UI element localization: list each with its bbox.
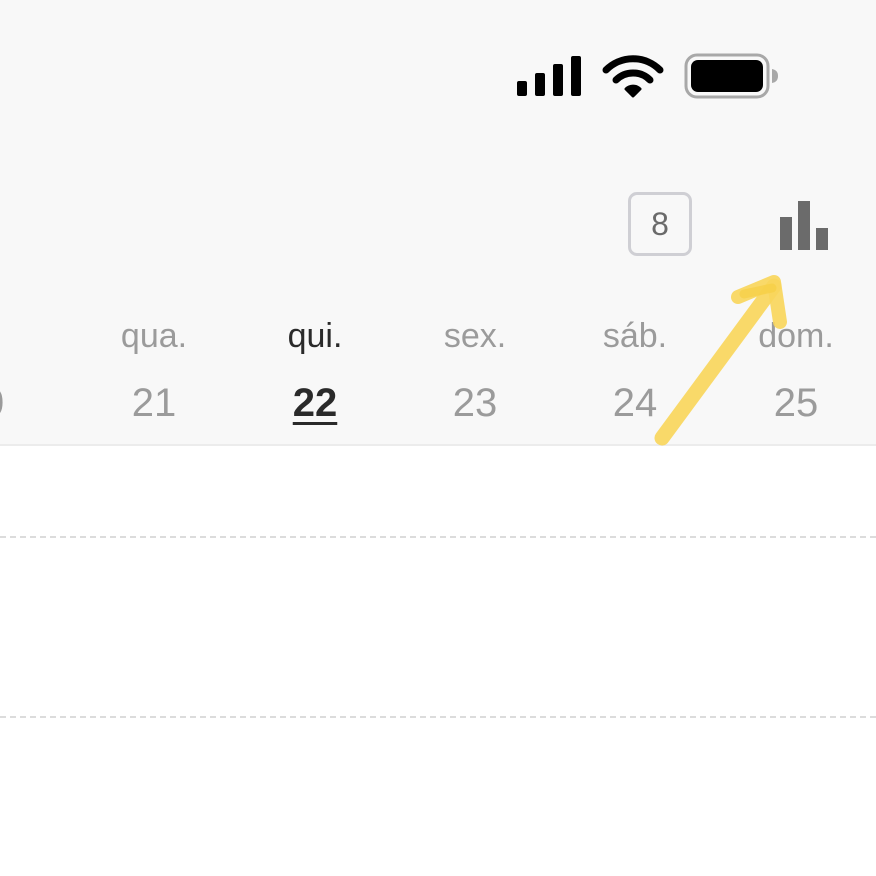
- day-number: 21: [131, 381, 177, 425]
- wifi-icon: [602, 54, 664, 98]
- day-name: qui.: [287, 317, 343, 355]
- day-name: dom.: [758, 317, 834, 355]
- hour-divider: [0, 536, 876, 538]
- day-count-badge[interactable]: 8: [628, 192, 692, 256]
- day-column-tue[interactable]: r. 0: [0, 314, 68, 428]
- signal-icon: [516, 55, 584, 97]
- day-number: 24: [612, 381, 658, 425]
- day-number: 23: [452, 381, 498, 425]
- hour-divider: [0, 716, 876, 718]
- battery-icon: [684, 53, 780, 99]
- header-area: 8 r. 0 qua. 21 qui. 22 sex. 23 sáb. 24 d…: [0, 0, 876, 446]
- day-name: sex.: [443, 317, 507, 355]
- day-column-sat[interactable]: sáb. 24: [560, 314, 710, 428]
- day-number: 25: [773, 381, 819, 425]
- day-column-wed[interactable]: qua. 21: [79, 314, 229, 428]
- day-column-sun[interactable]: dom. 25: [721, 314, 871, 428]
- stats-button[interactable]: [772, 195, 836, 255]
- day-name: r.: [0, 314, 68, 358]
- bar-chart-icon: [780, 201, 828, 250]
- day-column-fri[interactable]: sex. 23: [400, 314, 550, 428]
- day-name: sáb.: [602, 317, 668, 355]
- day-number: 22: [292, 381, 338, 425]
- day-name: qua.: [120, 317, 188, 355]
- day-number: 0: [0, 378, 68, 428]
- day-column-thu-selected[interactable]: qui. 22: [240, 314, 390, 428]
